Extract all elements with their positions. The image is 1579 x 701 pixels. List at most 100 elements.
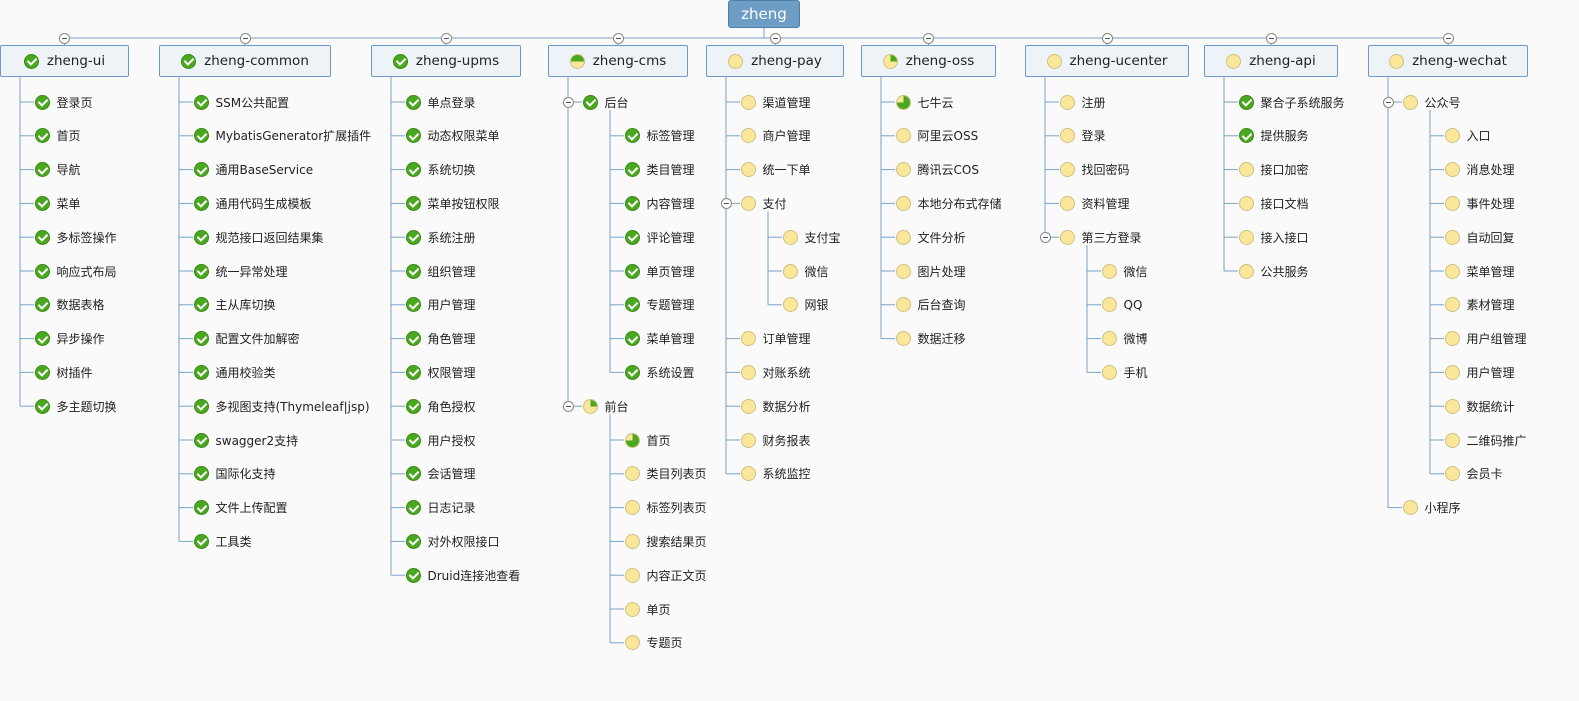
child-node[interactable]: 通用代码生成模板 <box>193 192 312 214</box>
grandchild-node[interactable]: 评论管理 <box>624 226 695 248</box>
child-node[interactable]: 阿里云OSS <box>895 125 978 147</box>
branch-node[interactable]: zheng-ui <box>0 45 129 77</box>
child-node[interactable]: 公众号 <box>1402 91 1461 113</box>
child-node[interactable]: 多主题切换 <box>34 395 117 417</box>
grandchild-node[interactable]: 类目管理 <box>624 159 695 181</box>
collapse-toggle[interactable] <box>923 32 934 44</box>
child-node[interactable]: 单点登录 <box>405 91 476 113</box>
child-node[interactable]: 角色管理 <box>405 328 476 350</box>
collapse-toggle[interactable] <box>720 197 732 209</box>
grandchild-node[interactable]: 菜单管理 <box>1444 260 1515 282</box>
child-node[interactable]: 响应式布局 <box>34 260 117 282</box>
collapse-toggle[interactable] <box>562 96 574 108</box>
child-node[interactable]: 第三方登录 <box>1059 226 1142 248</box>
child-node[interactable]: 注册 <box>1059 91 1106 113</box>
grandchild-node[interactable]: 内容正文页 <box>624 564 707 586</box>
child-node[interactable]: 配置文件加解密 <box>193 328 300 350</box>
collapse-toggle[interactable] <box>769 32 781 44</box>
child-node[interactable]: 国际化支持 <box>193 463 276 485</box>
child-node[interactable]: 主从库切换 <box>193 294 276 316</box>
grandchild-node[interactable]: 用户组管理 <box>1444 328 1527 350</box>
child-node[interactable]: 文件分析 <box>895 226 966 248</box>
collapse-toggle[interactable] <box>1265 32 1277 44</box>
child-node[interactable]: 接口文档 <box>1238 192 1309 214</box>
child-node[interactable]: 异步操作 <box>34 328 105 350</box>
child-node[interactable]: 动态权限菜单 <box>405 125 500 147</box>
child-node[interactable]: 系统监控 <box>740 463 811 485</box>
grandchild-node[interactable]: 微信 <box>782 260 829 282</box>
branch-node[interactable]: zheng-cms <box>548 45 688 77</box>
child-node[interactable]: 支付 <box>740 192 787 214</box>
child-node[interactable]: 统一异常处理 <box>193 260 288 282</box>
grandchild-node[interactable]: 系统设置 <box>624 361 695 383</box>
child-node[interactable]: 本地分布式存储 <box>895 192 1002 214</box>
child-node[interactable]: 权限管理 <box>405 361 476 383</box>
grandchild-node[interactable]: 手机 <box>1101 361 1148 383</box>
child-node[interactable]: 后台 <box>582 91 629 113</box>
child-node[interactable]: 接入接口 <box>1238 226 1309 248</box>
grandchild-node[interactable]: 首页 <box>624 429 671 451</box>
child-node[interactable]: SSM公共配置 <box>193 91 289 113</box>
grandchild-node[interactable]: 单页 <box>624 598 671 620</box>
child-node[interactable]: 角色授权 <box>405 395 476 417</box>
collapse-toggle[interactable] <box>440 32 452 44</box>
child-node[interactable]: 接口加密 <box>1238 159 1309 181</box>
collapse-toggle[interactable] <box>59 32 70 44</box>
collapse-toggle[interactable] <box>1039 231 1051 243</box>
grandchild-node[interactable]: 网银 <box>782 294 829 316</box>
grandchild-node[interactable]: 类目列表页 <box>624 463 707 485</box>
collapse-toggle[interactable] <box>1442 32 1454 44</box>
grandchild-node[interactable]: 入口 <box>1444 125 1491 147</box>
child-node[interactable]: 树插件 <box>34 361 93 383</box>
child-node[interactable]: 公共服务 <box>1238 260 1309 282</box>
child-node[interactable]: 财务报表 <box>740 429 811 451</box>
grandchild-node[interactable]: 事件处理 <box>1444 192 1515 214</box>
child-node[interactable]: 首页 <box>34 125 81 147</box>
grandchild-node[interactable]: 用户管理 <box>1444 361 1515 383</box>
grandchild-node[interactable]: 菜单管理 <box>624 328 695 350</box>
grandchild-node[interactable]: 标签管理 <box>624 125 695 147</box>
child-node[interactable]: 订单管理 <box>740 328 811 350</box>
grandchild-node[interactable]: 单页管理 <box>624 260 695 282</box>
child-node[interactable]: 系统切换 <box>405 159 476 181</box>
child-node[interactable]: 统一下单 <box>740 159 811 181</box>
grandchild-node[interactable]: 支付宝 <box>782 226 841 248</box>
branch-node[interactable]: zheng-ucenter <box>1025 45 1189 77</box>
child-node[interactable]: 用户管理 <box>405 294 476 316</box>
child-node[interactable]: 图片处理 <box>895 260 966 282</box>
branch-node[interactable]: zheng-upms <box>371 45 521 77</box>
grandchild-node[interactable]: 标签列表页 <box>624 497 707 519</box>
collapse-toggle[interactable] <box>562 400 574 412</box>
child-node[interactable]: 用户授权 <box>405 429 476 451</box>
branch-node[interactable]: zheng-common <box>159 45 331 77</box>
branch-node[interactable]: zheng-oss <box>861 45 996 77</box>
grandchild-node[interactable]: 搜索结果页 <box>624 530 707 552</box>
root-node[interactable]: zheng <box>728 0 800 28</box>
collapse-toggle[interactable] <box>612 32 624 44</box>
branch-node[interactable]: zheng-pay <box>706 45 844 77</box>
child-node[interactable]: 登录页 <box>34 91 93 113</box>
child-node[interactable]: 渠道管理 <box>740 91 811 113</box>
child-node[interactable]: 多视图支持(Thymeleaf|jsp) <box>193 395 370 417</box>
child-node[interactable]: 对外权限接口 <box>405 530 500 552</box>
child-node[interactable]: 组织管理 <box>405 260 476 282</box>
child-node[interactable]: 七牛云 <box>895 91 954 113</box>
grandchild-node[interactable]: 数据统计 <box>1444 395 1515 417</box>
child-node[interactable]: MybatisGenerator扩展插件 <box>193 125 371 147</box>
grandchild-node[interactable]: 微博 <box>1101 328 1148 350</box>
child-node[interactable]: 规范接口返回结果集 <box>193 226 324 248</box>
child-node[interactable]: 数据分析 <box>740 395 811 417</box>
grandchild-node[interactable]: 专题页 <box>624 632 683 654</box>
child-node[interactable]: 聚合子系统服务 <box>1238 91 1345 113</box>
child-node[interactable]: 系统注册 <box>405 226 476 248</box>
branch-node[interactable]: zheng-api <box>1204 45 1338 77</box>
child-node[interactable]: 数据迁移 <box>895 328 966 350</box>
child-node[interactable]: 日志记录 <box>405 497 476 519</box>
child-node[interactable]: 文件上传配置 <box>193 497 288 519</box>
child-node[interactable]: 找回密码 <box>1059 159 1130 181</box>
child-node[interactable]: 菜单 <box>34 192 81 214</box>
grandchild-node[interactable]: QQ <box>1101 294 1142 316</box>
collapse-toggle[interactable] <box>239 32 251 44</box>
child-node[interactable]: 商户管理 <box>740 125 811 147</box>
branch-node[interactable]: zheng-wechat <box>1368 45 1528 77</box>
